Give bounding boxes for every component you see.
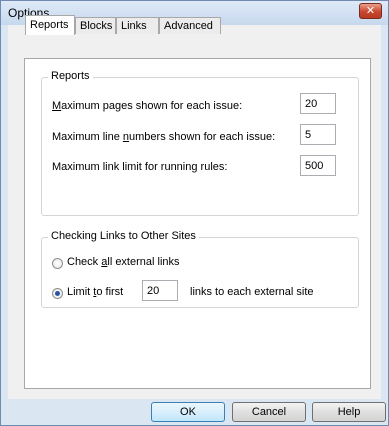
help-button[interactable]: Help	[312, 402, 386, 422]
tab-advanced[interactable]: Advanced	[159, 17, 221, 34]
check-all-label[interactable]: Check all external links	[67, 256, 180, 268]
limit-first-input[interactable]	[142, 280, 178, 301]
tab-links-label: Links	[121, 20, 147, 32]
cancel-button[interactable]: Cancel	[232, 402, 306, 422]
max-line-numbers-input[interactable]	[300, 124, 336, 145]
tab-links[interactable]: Links	[116, 17, 159, 34]
tab-advanced-label: Advanced	[164, 20, 213, 32]
max-link-limit-input[interactable]	[300, 155, 336, 176]
options-dialog: Options ✕ Reports Blocks Links Advanced …	[0, 0, 389, 426]
max-line-numbers-label: Maximum line numbers shown for each issu…	[52, 131, 276, 143]
limit-suffix-label: links to each external site	[190, 286, 314, 298]
tab-blocks-label: Blocks	[80, 20, 113, 32]
limit-radio[interactable]	[52, 288, 63, 299]
check-all-radio[interactable]	[52, 258, 63, 269]
max-pages-label: Maximum pages shown for each issue:	[52, 100, 243, 112]
ok-button[interactable]: OK	[151, 402, 225, 422]
limit-label[interactable]: Limit to first	[67, 286, 123, 298]
radio-selected-dot	[55, 291, 60, 296]
tab-reports[interactable]: Reports	[25, 15, 75, 35]
tab-blocks[interactable]: Blocks	[75, 17, 116, 34]
reports-groupbox: Reports Maximum pages shown for each iss…	[41, 70, 359, 216]
max-pages-input[interactable]	[300, 93, 336, 114]
max-link-limit-label: Maximum link limit for running rules:	[52, 161, 228, 173]
close-button[interactable]: ✕	[359, 3, 382, 19]
close-icon: ✕	[365, 4, 376, 17]
reports-tab-panel: Reports Maximum pages shown for each iss…	[24, 58, 371, 389]
reports-group-title: Reports	[48, 70, 93, 82]
tab-reports-label: Reports	[30, 19, 69, 31]
checking-links-groupbox: Checking Links to Other Sites Check all …	[41, 230, 359, 308]
checking-links-group-title: Checking Links to Other Sites	[48, 230, 199, 242]
